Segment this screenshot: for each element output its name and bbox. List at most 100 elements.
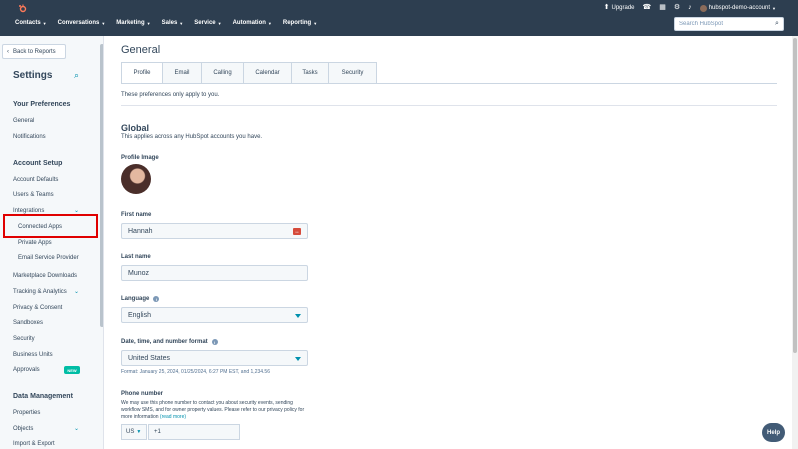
sidebar-item-general[interactable]: General — [13, 118, 34, 124]
menu-service[interactable]: Service ▼ — [194, 20, 221, 26]
sidebar-item-account-defaults[interactable]: Account Defaults — [13, 177, 58, 183]
sidebar-scrollbar[interactable] — [100, 40, 103, 449]
dropdown-caret-icon — [295, 314, 301, 318]
country-code-select[interactable]: US ▼ — [121, 424, 147, 440]
chevron-down-icon[interactable]: ⌄ — [74, 425, 79, 432]
phone-label: Phone number — [121, 391, 163, 397]
back-label: Back to Reports — [13, 48, 56, 55]
settings-sidebar: ‹ Back to Reports Settings ⌕ Your Prefere… — [0, 36, 104, 449]
sidebar-item-privacy-consent[interactable]: Privacy & Consent — [13, 305, 62, 311]
chevron-down-icon: ▼ — [267, 20, 272, 26]
sidebar-item-marketplace-downloads[interactable]: Marketplace Downloads — [13, 273, 77, 279]
sidebar-item-approvals[interactable]: Approvals — [13, 367, 40, 373]
language-value: English — [128, 311, 151, 319]
last-name-field[interactable]: Munoz — [121, 265, 308, 281]
notifications-bell-icon[interactable]: ♪ — [688, 4, 692, 12]
connected-apps-highlight — [3, 214, 98, 238]
menu-automation[interactable]: Automation ▼ — [233, 20, 272, 26]
first-name-label: First name — [121, 212, 151, 218]
page-scrollbar[interactable] — [792, 36, 798, 449]
utility-bar: ⬆ Upgrade ☎ ▦ ⚙ ♪ hubspot-demo-account ▼ — [604, 2, 776, 14]
format-example: Format: January 25, 2024, 01/25/2024, 6:… — [121, 369, 270, 375]
search-icon[interactable]: ⌕ — [775, 20, 779, 28]
read-more-link[interactable]: (read more) — [160, 414, 186, 420]
tab-tasks[interactable]: Tasks — [292, 62, 329, 84]
upgrade-label: Upgrade — [611, 5, 635, 11]
menu-conversations[interactable]: Conversations ▼ — [58, 20, 106, 26]
sidebar-item-notifications[interactable]: Notifications — [13, 134, 46, 140]
chevron-down-icon: ▼ — [101, 20, 106, 26]
label-text: First name — [121, 212, 152, 218]
profile-avatar[interactable] — [121, 164, 151, 194]
chevron-left-icon: ‹ — [7, 48, 9, 55]
global-heading: Global — [121, 123, 150, 133]
main-menu: Contacts ▼ Conversations ▼ Marketing ▼ Sale… — [15, 20, 317, 26]
intro-text: These preferences only apply to you. — [121, 92, 220, 98]
section-data-management: Data Management — [13, 393, 73, 400]
chevron-down-icon[interactable]: ⌄ — [74, 207, 79, 214]
search-icon[interactable]: ⌕ — [74, 70, 79, 81]
upgrade-icon: ⬆ — [603, 4, 610, 11]
label-text: Language — [121, 296, 150, 302]
sidebar-item-private-apps[interactable]: Private Apps — [18, 240, 52, 246]
sidebar-item-import-export[interactable]: Import & Export — [13, 441, 55, 447]
menu-label: Conversations — [57, 20, 100, 26]
info-icon[interactable]: i — [211, 339, 218, 345]
sidebar-item-users-teams[interactable]: Users & Teams — [13, 192, 54, 198]
menu-marketing[interactable]: Marketing ▼ — [116, 20, 150, 26]
hubspot-logo-icon[interactable] — [18, 4, 28, 14]
section-divider — [121, 105, 777, 106]
sidebar-item-business-units[interactable]: Business Units — [13, 352, 53, 358]
calling-icon[interactable]: ☎ — [643, 4, 652, 12]
last-name-label: Last name — [121, 254, 151, 260]
menu-label: Marketing — [116, 20, 145, 26]
back-to-reports-button[interactable]: ‹ Back to Reports — [2, 44, 66, 59]
tab-calendar[interactable]: Calendar — [244, 62, 292, 84]
search-input[interactable] — [679, 21, 775, 27]
chevron-down-icon: ▼ — [313, 20, 318, 26]
tab-divider — [121, 83, 777, 84]
sidebar-item-email-service-provider[interactable]: Email Service Provider — [18, 255, 79, 261]
phone-description: We may use this phone number to contact … — [121, 400, 311, 421]
page-scroll-thumb[interactable] — [793, 38, 797, 353]
sidebar-item-security[interactable]: Security — [13, 336, 35, 342]
page-title: General — [121, 44, 161, 56]
chevron-down-icon[interactable]: ⌄ — [74, 288, 79, 295]
menu-reporting[interactable]: Reporting ▼ — [283, 20, 317, 26]
sidebar-scroll-thumb[interactable] — [100, 44, 103, 327]
account-menu[interactable]: hubspot-demo-account ▼ — [699, 4, 776, 12]
country-code-value: US — [126, 429, 135, 435]
chevron-down-icon: ▼ — [146, 20, 151, 26]
format-select[interactable]: United States — [121, 350, 308, 366]
label-text: Phone number — [121, 391, 164, 397]
autofill-key-icon[interactable]: ••• — [293, 228, 301, 235]
sidebar-item-objects[interactable]: Objects — [13, 426, 33, 432]
upgrade-link[interactable]: ⬆ Upgrade — [604, 4, 635, 12]
profile-image-label: Profile Image — [121, 155, 159, 161]
tab-profile[interactable]: Profile — [121, 62, 163, 84]
global-description: This applies across any HubSpot accounts… — [121, 134, 263, 140]
tab-security[interactable]: Security — [329, 62, 377, 84]
label-text: Date, time, and number format — [121, 339, 208, 345]
settings-gear-icon[interactable]: ⚙ — [674, 4, 680, 12]
info-icon[interactable]: i — [153, 296, 160, 302]
account-avatar — [699, 4, 707, 12]
help-button[interactable]: Help — [762, 423, 785, 442]
menu-sales[interactable]: Sales ▼ — [162, 20, 184, 26]
section-your-preferences: Your Preferences — [13, 101, 71, 108]
top-navigation-bar: ⬆ Upgrade ☎ ▦ ⚙ ♪ hubspot-demo-account ▼ C… — [0, 0, 798, 36]
sidebar-item-sandboxes[interactable]: Sandboxes — [13, 320, 43, 326]
phone-number-field[interactable]: +1 — [148, 424, 240, 440]
sidebar-item-tracking-analytics[interactable]: Tracking & Analytics — [13, 289, 67, 295]
tab-calling[interactable]: Calling — [202, 62, 244, 84]
last-name-value: Munoz — [128, 269, 150, 277]
tab-email[interactable]: Email — [163, 62, 202, 84]
first-name-field[interactable]: Hannah ••• — [121, 223, 308, 239]
language-select[interactable]: English — [121, 307, 308, 323]
sidebar-item-properties[interactable]: Properties — [13, 410, 40, 416]
format-label: Date, time, and number format i — [121, 339, 218, 345]
menu-label: Reporting — [282, 20, 312, 26]
marketplace-icon[interactable]: ▦ — [659, 4, 666, 12]
first-name-value: Hannah — [128, 227, 153, 235]
menu-contacts[interactable]: Contacts ▼ — [15, 20, 47, 26]
